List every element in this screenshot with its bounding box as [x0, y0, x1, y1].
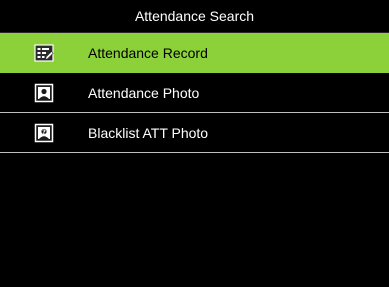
blacklist-photo-icon: ?	[34, 123, 54, 143]
menu-item-attendance-photo[interactable]: Attendance Photo	[0, 73, 389, 113]
menu-item-label: Blacklist ATT Photo	[88, 124, 209, 141]
menu-item-label: Attendance Record	[88, 44, 208, 61]
photo-icon	[34, 83, 54, 103]
menu-item-attendance-record[interactable]: Attendance Record	[0, 33, 389, 73]
attendance-search-menu: Attendance Record Attendance Photo ? Bla…	[0, 33, 389, 153]
menu-item-blacklist-att-photo[interactable]: ? Blacklist ATT Photo	[0, 113, 389, 153]
svg-text:?: ?	[42, 128, 46, 136]
menu-item-label: Attendance Photo	[88, 84, 200, 101]
page-title: Attendance Search	[0, 0, 389, 33]
record-edit-icon	[34, 43, 54, 63]
